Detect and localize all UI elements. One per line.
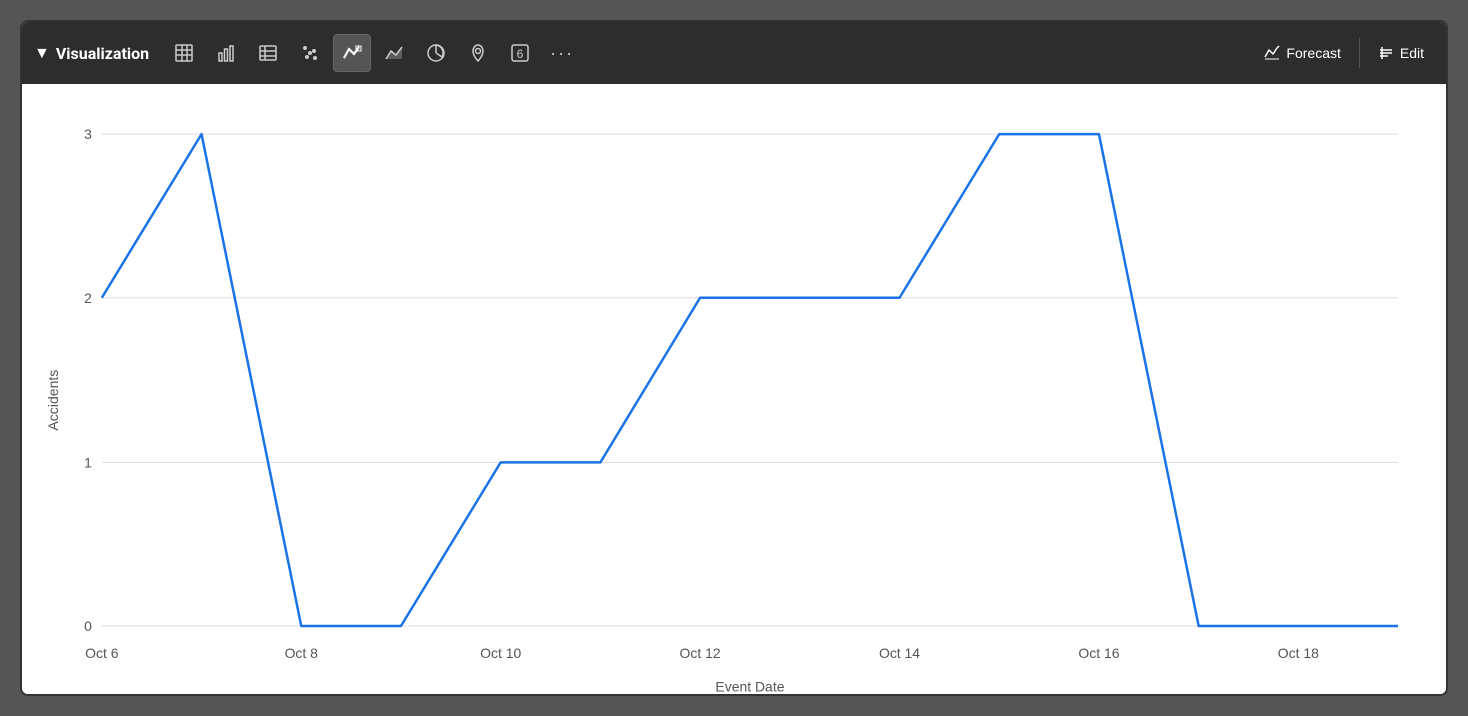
forecast-button[interactable]: Forecast: [1254, 39, 1350, 67]
number-icon: 6: [510, 43, 530, 63]
chart-container: Accidents 0 1 2 3 Oct 6: [42, 104, 1426, 696]
x-axis-label: Event Date: [715, 678, 784, 694]
pie-chart-icon-button[interactable]: [417, 34, 455, 72]
x-tick-oct6: Oct 6: [85, 645, 119, 661]
bar-chart-icon: [216, 43, 236, 63]
more-icon: ···: [550, 43, 574, 64]
edit-icon: [1378, 45, 1394, 61]
x-tick-oct14: Oct 14: [879, 645, 920, 661]
map-icon: [468, 43, 488, 63]
number-icon-button[interactable]: 6: [501, 34, 539, 72]
scatter-icon-button[interactable]: [291, 34, 329, 72]
panel-title: ▼ Visualization: [34, 43, 149, 63]
y-tick-1: 1: [84, 454, 92, 470]
x-tick-oct16: Oct 16: [1078, 645, 1119, 661]
x-tick-oct12: Oct 12: [680, 645, 721, 661]
area-chart-icon: [384, 43, 404, 63]
list-icon: [258, 43, 278, 63]
separator: [1359, 38, 1360, 68]
y-axis-label: Accidents: [45, 370, 61, 431]
forecast-label: Forecast: [1286, 45, 1340, 61]
data-line: [102, 134, 1398, 626]
forecast-icon: [1264, 45, 1280, 61]
x-tick-oct18: Oct 18: [1278, 645, 1319, 661]
area-chart-icon-button[interactable]: [375, 34, 413, 72]
line-chart-icon-button[interactable]: [333, 34, 371, 72]
y-tick-0: 0: [84, 618, 92, 634]
svg-text:6: 6: [517, 47, 524, 61]
table-icon: [174, 43, 194, 63]
pie-chart-icon: [426, 43, 446, 63]
edit-label: Edit: [1400, 45, 1424, 61]
line-chart: Accidents 0 1 2 3 Oct 6: [42, 104, 1426, 696]
toolbar: ▼ Visualization: [22, 22, 1446, 84]
x-tick-oct8: Oct 8: [285, 645, 319, 661]
chevron-icon: ▼: [34, 43, 50, 63]
y-tick-2: 2: [84, 290, 92, 306]
bar-chart-icon-button[interactable]: [207, 34, 245, 72]
more-options-button[interactable]: ···: [543, 34, 581, 72]
line-chart-icon: [342, 43, 362, 63]
list-icon-button[interactable]: [249, 34, 287, 72]
table-icon-button[interactable]: [165, 34, 203, 72]
scatter-icon: [300, 43, 320, 63]
visualization-panel: ▼ Visualization: [20, 20, 1448, 696]
x-tick-oct10: Oct 10: [480, 645, 521, 661]
title-text: Visualization: [56, 44, 149, 63]
edit-button[interactable]: Edit: [1368, 39, 1434, 67]
y-tick-3: 3: [84, 126, 92, 142]
chart-area: Accidents 0 1 2 3 Oct 6: [22, 84, 1446, 696]
map-icon-button[interactable]: [459, 34, 497, 72]
